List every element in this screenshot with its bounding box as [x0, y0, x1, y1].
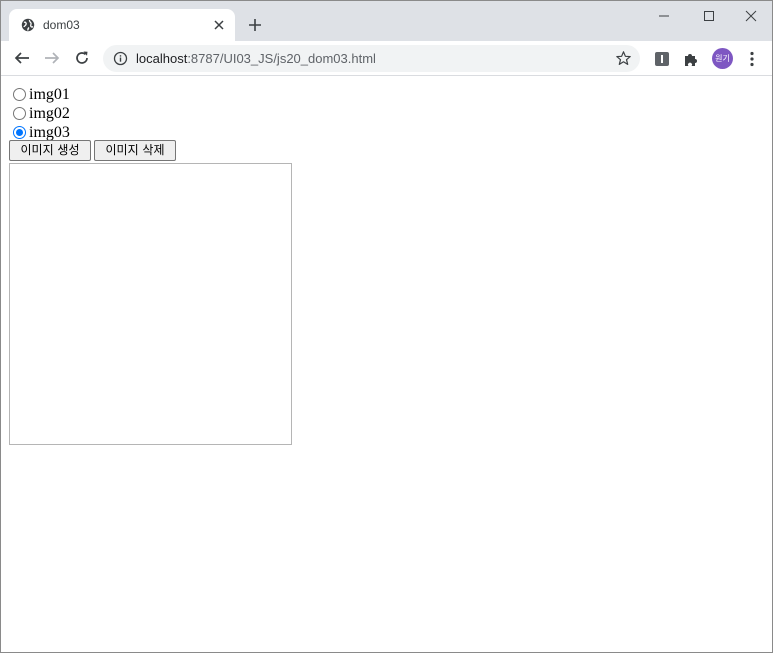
puzzle-icon[interactable]	[682, 50, 700, 68]
radio-button-selected[interactable]	[13, 126, 26, 139]
page-content: img01 img02 img03 이미지 생성 이미지 삭제	[1, 77, 772, 652]
url-text[interactable]: localhost:8787/UI03_JS/js20_dom03.html	[136, 51, 376, 66]
radio-img01[interactable]: img01	[13, 85, 70, 104]
radio-img02[interactable]: img02	[13, 104, 70, 123]
forward-arrow-icon[interactable]	[43, 49, 61, 67]
url-path: :8787/UI03_JS/js20_dom03.html	[187, 51, 376, 66]
tab-strip: dom03	[1, 1, 772, 41]
address-bar[interactable]: localhost:8787/UI03_JS/js20_dom03.html	[103, 45, 640, 72]
browser-window: dom03 localhost:8787/UI03_JS/js20_dom03.…	[0, 0, 773, 653]
tab-title: dom03	[43, 18, 80, 32]
maximize-icon[interactable]	[686, 1, 732, 31]
url-host: localhost	[136, 51, 188, 66]
back-arrow-icon[interactable]	[13, 49, 31, 67]
new-tab-icon[interactable]	[247, 17, 263, 33]
radio-button[interactable]	[13, 107, 26, 120]
more-menu-icon[interactable]	[745, 50, 759, 68]
create-image-button[interactable]: 이미지 생성	[9, 140, 91, 161]
window-close-icon[interactable]	[728, 1, 772, 31]
image-container	[9, 163, 292, 445]
profile-avatar[interactable]: 원기	[712, 48, 733, 69]
bookmark-star-icon[interactable]	[615, 50, 632, 67]
extension-icon[interactable]	[653, 50, 671, 68]
radio-label: img02	[29, 105, 70, 122]
radio-label: img01	[29, 86, 70, 103]
tab-dom03[interactable]: dom03	[9, 9, 235, 41]
info-icon[interactable]	[113, 51, 128, 66]
tab-close-icon[interactable]	[212, 18, 226, 32]
globe-icon	[21, 18, 35, 32]
minimize-icon[interactable]	[641, 1, 687, 31]
browser-toolbar: localhost:8787/UI03_JS/js20_dom03.html 원…	[1, 41, 772, 76]
radio-button[interactable]	[13, 88, 26, 101]
reload-icon[interactable]	[73, 49, 91, 67]
delete-image-button[interactable]: 이미지 삭제	[94, 140, 176, 161]
